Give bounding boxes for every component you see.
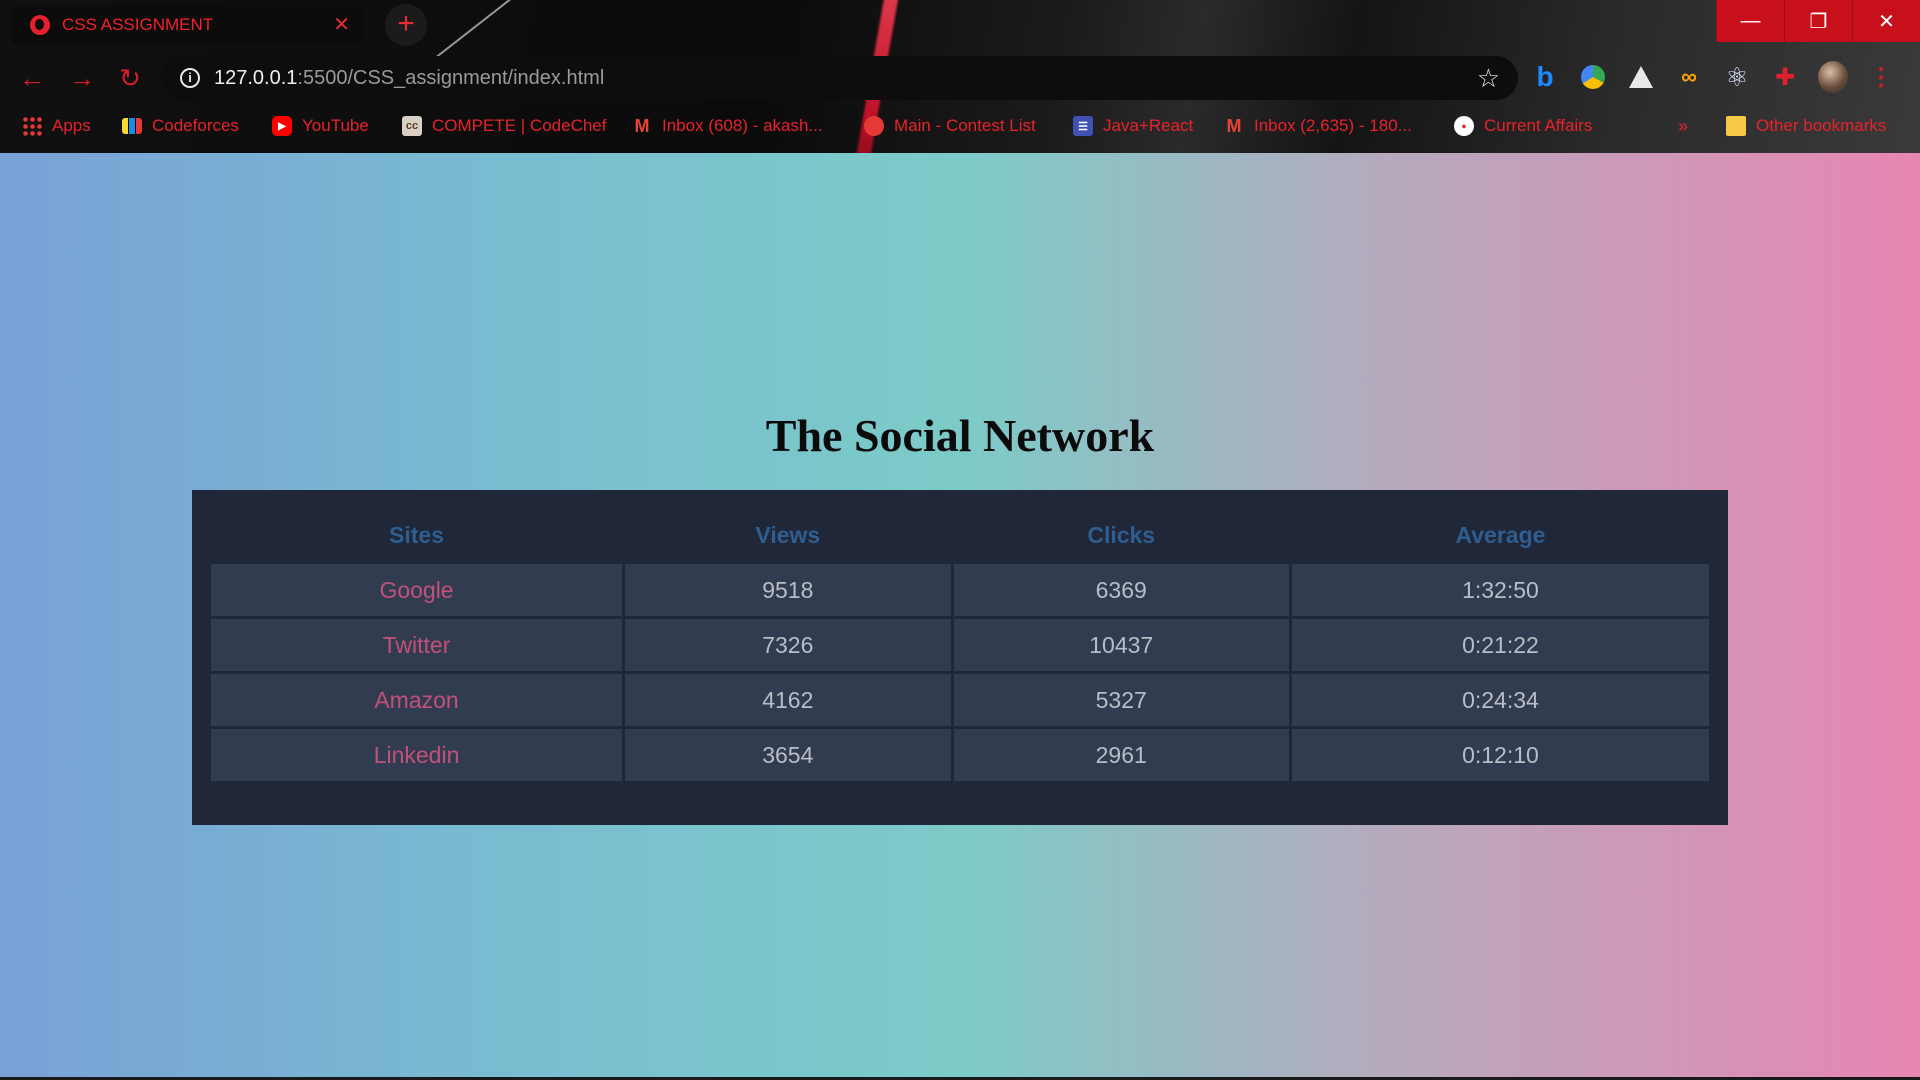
profile-avatar[interactable] <box>1818 61 1848 93</box>
browser-toolbar: ← → ↻ i 127.0.0.1:5500/CSS_assignment/in… <box>0 54 1920 102</box>
header-clicks: Clicks <box>1087 521 1156 548</box>
bookmark-gmail-180[interactable]: M Inbox (2,635) - 180... <box>1224 110 1412 142</box>
bookmark-label: Java+React <box>1103 116 1194 135</box>
browser-tab-active[interactable]: CSS ASSIGNMENT ✕ <box>12 6 364 44</box>
average-cell: 0:21:22 <box>1291 619 1709 671</box>
forward-button[interactable]: → <box>66 62 98 94</box>
bookmark-star-icon[interactable]: ☆ <box>1477 65 1500 91</box>
bookmark-other[interactable]: Other bookmarks <box>1726 110 1886 142</box>
views-cell: 4162 <box>625 674 951 726</box>
bing-extension-icon[interactable]: b <box>1530 61 1560 92</box>
site-cell: Amazon <box>211 674 623 726</box>
header-views: Views <box>755 521 821 548</box>
clicks-cell: 10437 <box>953 619 1289 671</box>
url-path: :5500/CSS_assignment/index.html <box>297 66 605 89</box>
url-host: 127.0.0.1 <box>214 66 298 89</box>
infinity-extension-icon[interactable]: ∞ <box>1674 62 1704 92</box>
reload-button[interactable]: ↻ <box>114 62 146 94</box>
bookmark-current-affairs[interactable]: ● Current Affairs <box>1454 110 1592 142</box>
table-header-row: Sites Views Clicks Average <box>211 509 1709 561</box>
browser-chrome: CSS ASSIGNMENT ✕ + — ❐ ✕ ← → ↻ i 127.0.0… <box>0 0 1920 153</box>
browser-menu-icon[interactable]: ⋮ <box>1866 62 1896 92</box>
clicks-cell: 6369 <box>953 564 1289 616</box>
bookmark-codechef[interactable]: cc COMPETE | CodeChef <box>402 110 606 142</box>
bookmark-label: YouTube <box>302 116 369 135</box>
codechef-icon: cc <box>402 116 422 136</box>
bookmark-label: Main - Contest List <box>894 116 1036 135</box>
current-affairs-icon: ● <box>1454 116 1474 136</box>
window-controls: — ❐ ✕ <box>1716 0 1920 42</box>
tab-close-icon[interactable]: ✕ <box>333 15 350 35</box>
youtube-icon: ▶ <box>272 116 292 136</box>
apps-grid-icon <box>22 116 42 136</box>
bookmark-gmail-akash[interactable]: M Inbox (608) - akash... <box>632 110 823 142</box>
back-button[interactable]: ← <box>16 62 48 94</box>
stats-table-container: Sites Views Clicks Average Google 9518 6… <box>192 490 1728 825</box>
average-cell: 0:12:10 <box>1291 729 1709 781</box>
codeforces-icon <box>122 118 142 134</box>
bookmark-label: Codeforces <box>152 116 239 135</box>
url-text[interactable]: 127.0.0.1:5500/CSS_assignment/index.html <box>214 67 1463 90</box>
bookmark-label: COMPETE | CodeChef <box>432 116 607 135</box>
bookmark-label: Inbox (608) - akash... <box>662 116 823 135</box>
gmail-icon: M <box>1226 115 1242 136</box>
views-cell: 7326 <box>625 619 951 671</box>
bookmark-label: Other bookmarks <box>1756 116 1887 135</box>
average-cell: 1:32:50 <box>1291 564 1709 616</box>
extensions-bar: b ∞ ⚛ ✚ ⋮ <box>1530 61 1896 93</box>
table-row: Amazon 4162 5327 0:24:34 <box>211 674 1709 726</box>
minimize-button[interactable]: — <box>1716 0 1784 42</box>
bookmark-label: Current Affairs <box>1484 116 1593 135</box>
views-cell: 9518 <box>625 564 951 616</box>
table-row: Twitter 7326 10437 0:21:22 <box>211 619 1709 671</box>
bookmark-apps[interactable]: Apps <box>22 110 91 142</box>
gmail-icon: M <box>634 115 650 136</box>
contest-icon <box>864 116 884 136</box>
page-title: The Social Network <box>765 410 1155 461</box>
bookmark-codeforces[interactable]: Codeforces <box>122 110 239 142</box>
tab-title: CSS ASSIGNMENT <box>62 15 214 34</box>
close-window-button[interactable]: ✕ <box>1852 0 1920 42</box>
clicks-cell: 2961 <box>953 729 1289 781</box>
clicks-cell: 5327 <box>953 674 1289 726</box>
mountain-extension-icon[interactable] <box>1626 62 1656 92</box>
address-bar[interactable]: i 127.0.0.1:5500/CSS_assignment/index.ht… <box>162 56 1518 100</box>
header-sites: Sites <box>389 521 445 548</box>
site-cell: Google <box>211 564 623 616</box>
drive-extension-icon[interactable] <box>1578 62 1608 92</box>
bookmarks-bar: Apps Codeforces ▶ YouTube cc COMPETE | C… <box>0 110 1920 142</box>
page-viewport: The Social Network Sites Views Clicks Av… <box>0 153 1920 1080</box>
bookmark-label: Apps <box>52 116 91 135</box>
site-cell: Linkedin <box>211 729 623 781</box>
bookmark-java-react[interactable]: ☰ Java+React <box>1073 110 1193 142</box>
average-cell: 0:24:34 <box>1291 674 1709 726</box>
bookmark-youtube[interactable]: ▶ YouTube <box>272 110 369 142</box>
java-react-icon: ☰ <box>1073 116 1093 136</box>
extensions-puzzle-icon[interactable]: ✚ <box>1770 62 1800 92</box>
react-devtools-icon[interactable]: ⚛ <box>1722 62 1752 92</box>
restore-button[interactable]: ❐ <box>1784 0 1852 42</box>
tab-favicon-icon <box>30 15 50 35</box>
folder-icon <box>1726 116 1746 136</box>
new-tab-button[interactable]: + <box>385 4 427 46</box>
bookmarks-overflow-icon[interactable]: » <box>1678 110 1688 142</box>
table-row: Linkedin 3654 2961 0:12:10 <box>211 729 1709 781</box>
views-cell: 3654 <box>625 729 951 781</box>
stats-table: Sites Views Clicks Average Google 9518 6… <box>208 506 1712 784</box>
header-average: Average <box>1455 521 1546 548</box>
table-row: Google 9518 6369 1:32:50 <box>211 564 1709 616</box>
site-cell: Twitter <box>211 619 623 671</box>
bookmark-contest-list[interactable]: Main - Contest List <box>864 110 1036 142</box>
bookmark-label: Inbox (2,635) - 180... <box>1254 116 1412 135</box>
site-info-icon[interactable]: i <box>180 68 200 88</box>
